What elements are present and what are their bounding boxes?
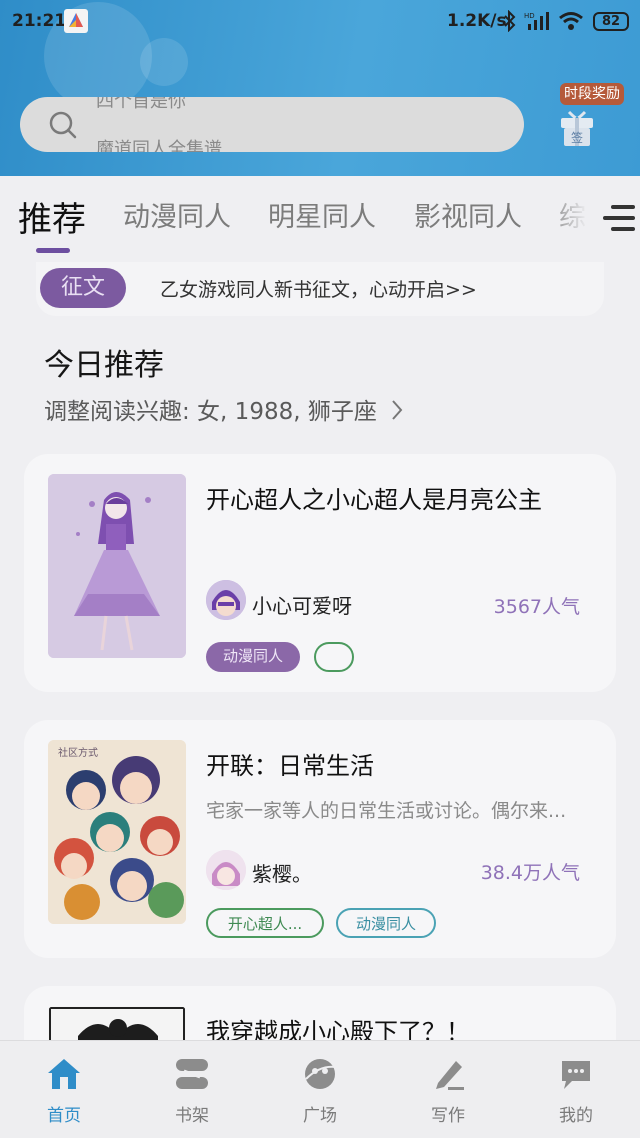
book-card[interactable]: 开心超人之小心超人是月亮公主 小心可爱呀 3567人气 动漫同人 — [24, 454, 616, 692]
book-card[interactable]: 社区方式 开联：日常生活 宅家一家等人的日常生活或讨论。偶尔来... 紫樱。 3… — [24, 720, 616, 958]
search-hint-next: 魔道同人全集谱 — [96, 139, 222, 152]
announcement-tag: 征文 — [40, 268, 126, 308]
tab-celebrity-fanfic[interactable]: 明星同人 — [268, 195, 376, 234]
battery-indicator: 82 — [593, 12, 629, 31]
tab-anime-fanfic[interactable]: 动漫同人 — [123, 195, 231, 234]
book-title[interactable]: 开心超人之小心超人是月亮公主 — [206, 480, 542, 515]
book-description: 宅家一家等人的日常生活或讨论。偶尔来... — [206, 800, 567, 822]
book-cover[interactable]: 社区方式 — [48, 740, 186, 924]
nav-plaza[interactable]: 广场 — [280, 1057, 360, 1126]
nav-profile-label: 我的 — [559, 1106, 593, 1126]
tag-chip-empty[interactable] — [314, 642, 354, 672]
status-bar: 21:21 1.2K/s HD 82 — [0, 0, 640, 44]
reading-interest-link[interactable]: 调整阅读兴趣: 女, 1988, 狮子座 — [44, 392, 404, 427]
popularity-count: 38.4万人气 — [480, 862, 580, 884]
section-title: 今日推荐 — [44, 348, 164, 383]
tag-chip[interactable]: 动漫同人 — [206, 642, 300, 672]
home-icon — [24, 1057, 104, 1095]
nav-bookshelf-label: 书架 — [175, 1106, 209, 1126]
search-hint-prev: 四个首是你 — [96, 97, 186, 112]
avatar[interactable] — [206, 580, 246, 620]
popularity-count: 3567人气 — [493, 596, 580, 618]
bottom-navigation: 首页 书架 广场 写作 我的 — [0, 1040, 640, 1138]
tag-chip[interactable]: 开心超人... — [206, 908, 324, 938]
book-cover[interactable] — [48, 474, 186, 658]
reward-badge[interactable]: 时段奖励 — [560, 83, 624, 105]
announcement-banner[interactable]: 征文 乙女游戏同人新书征文，心动开启>> — [36, 262, 604, 316]
tab-film-fanfic[interactable]: 影视同人 — [414, 195, 522, 234]
chevron-right-icon — [390, 399, 404, 427]
nav-bookshelf[interactable]: 书架 — [152, 1057, 232, 1126]
nav-plaza-label: 广场 — [303, 1106, 337, 1126]
wifi-icon — [558, 10, 584, 37]
profile-icon — [536, 1057, 616, 1095]
plaza-icon — [280, 1057, 360, 1095]
category-tabs: 推荐 动漫同人 明星同人 影视同人 综影 — [0, 176, 640, 258]
signal-icon: HD — [524, 10, 552, 37]
active-tab-indicator — [36, 248, 70, 253]
gift-icon[interactable]: 签 — [557, 106, 597, 152]
svg-text:社区方式: 社区方式 — [58, 746, 98, 759]
status-time: 21:21 — [12, 11, 67, 31]
menu-icon[interactable] — [603, 203, 635, 237]
author-name[interactable]: 紫樱。 — [252, 858, 312, 887]
author-name[interactable]: 小心可爱呀 — [252, 590, 352, 619]
tab-recommend[interactable]: 推荐 — [18, 192, 86, 241]
nav-home[interactable]: 首页 — [24, 1057, 104, 1126]
announcement-text: 乙女游戏同人新书征文，心动开启>> — [160, 279, 477, 301]
svg-text:签: 签 — [571, 130, 583, 145]
nav-home-label: 首页 — [47, 1106, 81, 1126]
avatar[interactable] — [206, 850, 246, 890]
nav-write[interactable]: 写作 — [408, 1057, 488, 1126]
svg-text:HD: HD — [524, 12, 535, 20]
header: 21:21 1.2K/s HD 82 四个首是你 魔道同人全集谱 时段奖励 签 — [0, 0, 640, 176]
reading-interest-text: 调整阅读兴趣: 女, 1988, 狮子座 — [44, 399, 377, 425]
network-speed: 1.2K/s — [447, 11, 507, 31]
tag-chip[interactable]: 动漫同人 — [336, 908, 436, 938]
app-notification-icon — [64, 9, 88, 33]
bluetooth-icon — [502, 9, 518, 37]
search-input[interactable]: 四个首是你 魔道同人全集谱 — [20, 97, 524, 152]
write-icon — [408, 1057, 488, 1095]
search-icon — [48, 110, 78, 144]
decorative-bubble — [140, 38, 188, 86]
book-title[interactable]: 开联：日常生活 — [206, 746, 374, 781]
nav-write-label: 写作 — [431, 1106, 465, 1126]
bookshelf-icon — [152, 1057, 232, 1095]
nav-profile[interactable]: 我的 — [536, 1057, 616, 1126]
